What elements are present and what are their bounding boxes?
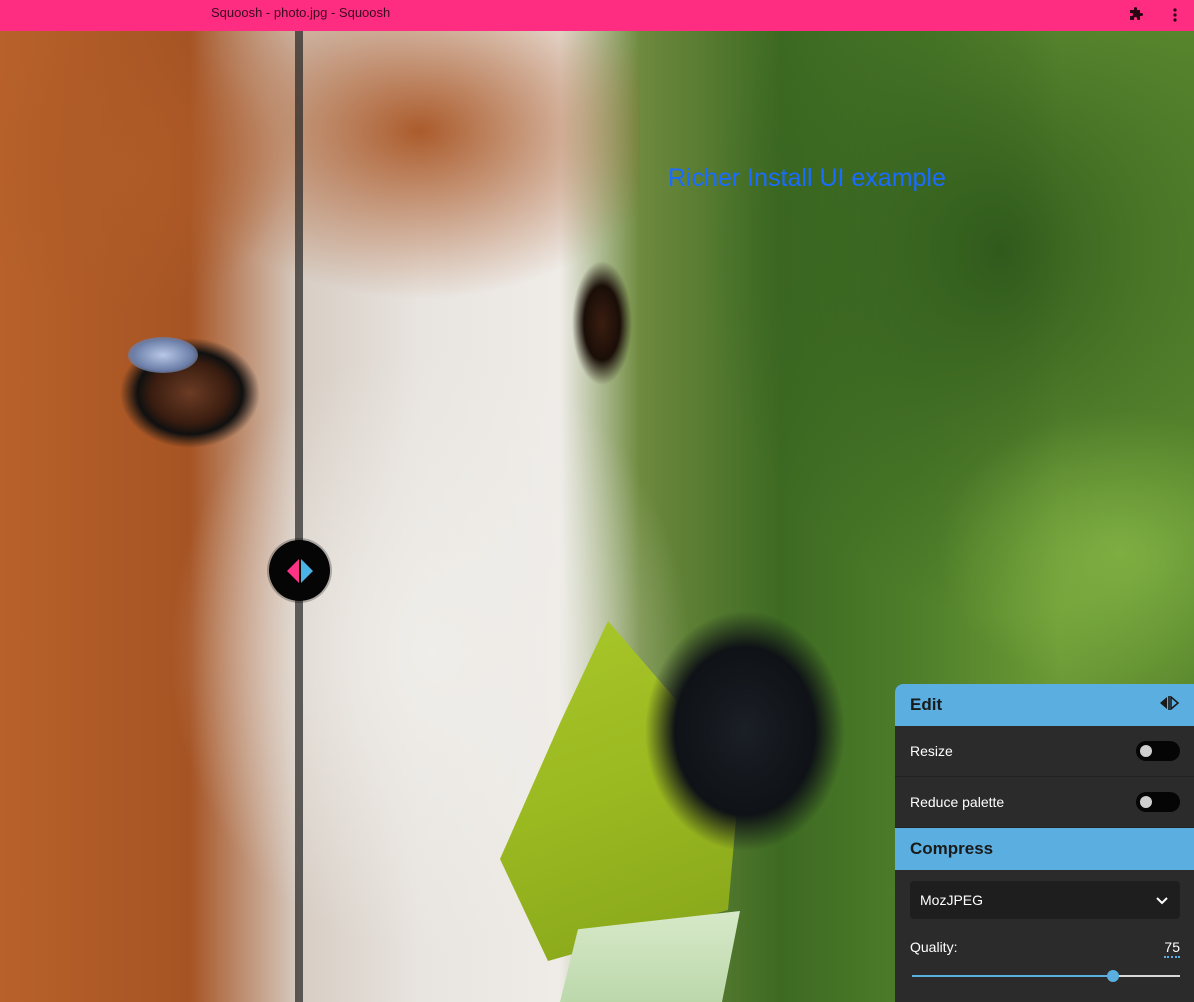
quality-label: Quality:: [910, 939, 958, 955]
chevron-down-icon: [1156, 892, 1168, 908]
resize-toggle[interactable]: [1136, 741, 1180, 761]
reduce-palette-label: Reduce palette: [910, 794, 1005, 810]
title-bar: Squoosh - photo.jpg - Squoosh: [0, 0, 1194, 31]
toggle-knob: [1140, 796, 1152, 808]
edit-title: Edit: [910, 695, 943, 714]
left-arrow-icon: [286, 558, 299, 583]
options-panel: Edit Resize Reduce palette Compress MozJ…: [895, 684, 1194, 1002]
split-arrows-icon[interactable]: [1158, 695, 1180, 715]
split-divider[interactable]: [295, 31, 303, 1002]
photo-far-eye: [572, 253, 632, 393]
photo-eye-highlight: [128, 337, 198, 373]
install-ui-overlay-text: Richer Install UI example: [668, 164, 946, 192]
slider-thumb[interactable]: [1107, 970, 1119, 982]
quality-row: Quality: 75: [910, 939, 1180, 958]
resize-label: Resize: [910, 743, 953, 759]
resize-option: Resize: [895, 726, 1194, 777]
compress-title: Compress: [910, 839, 994, 858]
slider-fill: [912, 975, 1113, 977]
window-title: Squoosh - photo.jpg - Squoosh: [211, 5, 391, 20]
right-arrow-icon: [300, 558, 313, 583]
toggle-knob: [1140, 745, 1152, 757]
quality-value-input[interactable]: 75: [1164, 939, 1180, 958]
edit-section-header: Edit: [895, 684, 1194, 726]
compress-section-header: Compress: [895, 828, 1194, 870]
reduce-palette-toggle[interactable]: [1136, 792, 1180, 812]
reduce-palette-option: Reduce palette: [895, 777, 1194, 828]
split-view-handle-icon[interactable]: [269, 540, 330, 601]
kebab-menu-icon[interactable]: [1163, 3, 1187, 27]
quality-slider[interactable]: [912, 970, 1180, 982]
codec-value: MozJPEG: [920, 892, 984, 908]
puzzle-icon[interactable]: [1124, 3, 1148, 27]
codec-select[interactable]: MozJPEG: [910, 881, 1180, 919]
